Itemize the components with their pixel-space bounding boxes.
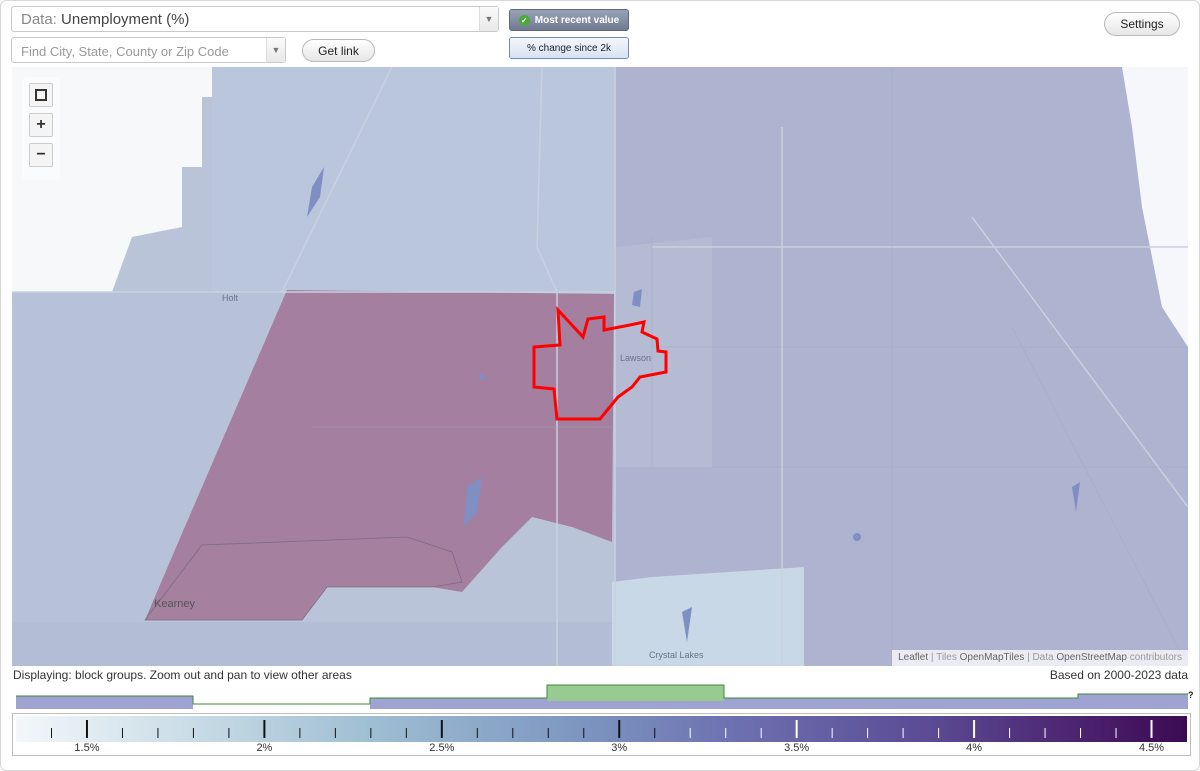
most-recent-toggle[interactable]: ✓ Most recent value [509,9,629,31]
distribution-histogram [16,684,1188,709]
hist-bar-selected [547,685,724,701]
place-label-holt: Holt [222,293,239,303]
percent-change-toggle[interactable]: % change since 2k [509,37,629,59]
help-icon[interactable]: ? [1188,690,1194,700]
zoom-out-button[interactable]: − [29,143,53,167]
zoom-control: + − [22,77,60,180]
hist-bar [16,696,193,709]
hist-bar [1078,694,1188,709]
data-select[interactable]: Data: Unemployment (%) ▼ [11,6,499,32]
legend-tick-label: 3% [611,742,628,754]
map-attribution: Leaflet | Tiles OpenMapTiles | Data Open… [892,650,1188,666]
place-label-lawson: Lawson [620,353,652,363]
search-input[interactable] [12,38,273,64]
most-recent-label: Most recent value [534,14,620,26]
area-north [212,67,615,292]
area-south [12,622,612,666]
fullscreen-button[interactable] [29,83,53,107]
data-select-value: Data: Unemployment (%) [21,11,190,28]
settings-button[interactable]: Settings [1104,12,1180,36]
hist-bar [547,701,724,709]
color-legend: 1.5% 2% 2.5% 3% 3.5% 4% 4.5% [12,713,1191,756]
openstreetmap-link[interactable]: OpenStreetMap [1056,652,1127,663]
crystal-lakes-area [612,567,804,666]
legend-tick-label: 2.5% [429,742,455,754]
map-view[interactable]: + − Holt Lawson Kearney Crystal Lakes Le… [12,67,1188,666]
chevron-down-icon[interactable]: ▼ [479,7,498,31]
zoom-in-button[interactable]: + [29,113,53,137]
fullscreen-icon [35,89,47,101]
place-label-crystal-lakes: Crystal Lakes [649,650,704,660]
place-label-kearney: Kearney [154,598,195,610]
chevron-down-icon[interactable]: ▼ [266,38,285,62]
get-link-button[interactable]: Get link [302,39,375,62]
leaflet-link[interactable]: Leaflet [898,652,928,663]
legend-tick-label: 3.5% [784,742,810,754]
openmaptiles-link[interactable]: OpenMapTiles [960,652,1025,663]
hist-bar [370,698,547,709]
legend-ticks [50,720,1153,738]
checkmark-icon: ✓ [518,14,530,26]
legend-tick-label: 1.5% [74,742,100,754]
hist-bar [724,698,901,709]
location-search[interactable]: ▼ [11,37,286,64]
display-status: Displaying: block groups. Zoom out and p… [13,668,352,682]
hist-bar [193,704,370,709]
hist-bar [901,698,1078,709]
legend-tick-label: 4.5% [1138,742,1165,754]
map-canvas[interactable] [12,67,1188,666]
legend-tick-label: 4% [966,742,983,754]
data-range-note: Based on 2000-2023 data [1049,668,1188,682]
legend-tick-label: 2% [256,742,273,754]
